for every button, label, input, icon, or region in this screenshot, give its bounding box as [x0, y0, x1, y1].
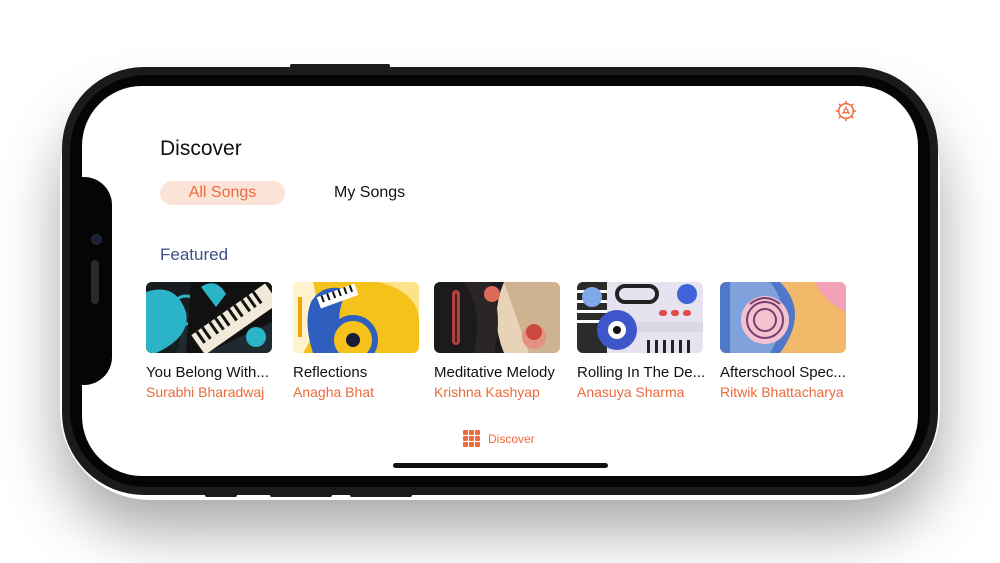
song-artist: Ritwik Bhattacharya — [720, 384, 844, 400]
tab-discover[interactable]: Discover — [463, 430, 535, 447]
grid-icon — [463, 430, 480, 447]
segment-all-songs[interactable]: All Songs — [160, 181, 285, 205]
featured-heading: Featured — [160, 245, 229, 264]
page-title: Discover — [160, 137, 242, 160]
album-art — [577, 282, 703, 353]
song-title: Afterschool Spec... — [720, 364, 846, 381]
song-artist: Anagha Bhat — [293, 384, 374, 400]
gear-icon[interactable] — [835, 100, 857, 122]
speaker — [91, 260, 99, 304]
tab-discover-label: Discover — [488, 431, 535, 446]
home-indicator[interactable] — [393, 463, 608, 468]
song-title: You Belong With... — [146, 364, 269, 381]
song-title: Reflections — [293, 364, 368, 381]
song-title: Meditative Melody — [434, 364, 555, 381]
song-artist: Krishna Kashyap — [434, 384, 540, 400]
song-title: Rolling In The De... — [577, 364, 706, 381]
album-art — [720, 282, 846, 353]
featured-card[interactable]: Rolling In The De... Anasuya Sharma — [577, 282, 717, 400]
featured-card[interactable]: Afterschool Spec... Ritwik Bhattacharya — [720, 282, 860, 400]
featured-card[interactable]: Meditative Melody Krishna Kashyap — [434, 282, 574, 400]
album-art — [146, 282, 272, 353]
camera — [91, 234, 102, 245]
featured-card[interactable]: You Belong With... Surabhi Bharadwaj — [146, 282, 286, 400]
segment-my-songs[interactable]: My Songs — [334, 181, 405, 205]
song-artist: Surabhi Bharadwaj — [146, 384, 265, 400]
featured-card[interactable]: Reflections Anagha Bhat — [293, 282, 433, 400]
album-art — [293, 282, 419, 353]
song-artist: Anasuya Sharma — [577, 384, 685, 400]
album-art — [434, 282, 560, 353]
